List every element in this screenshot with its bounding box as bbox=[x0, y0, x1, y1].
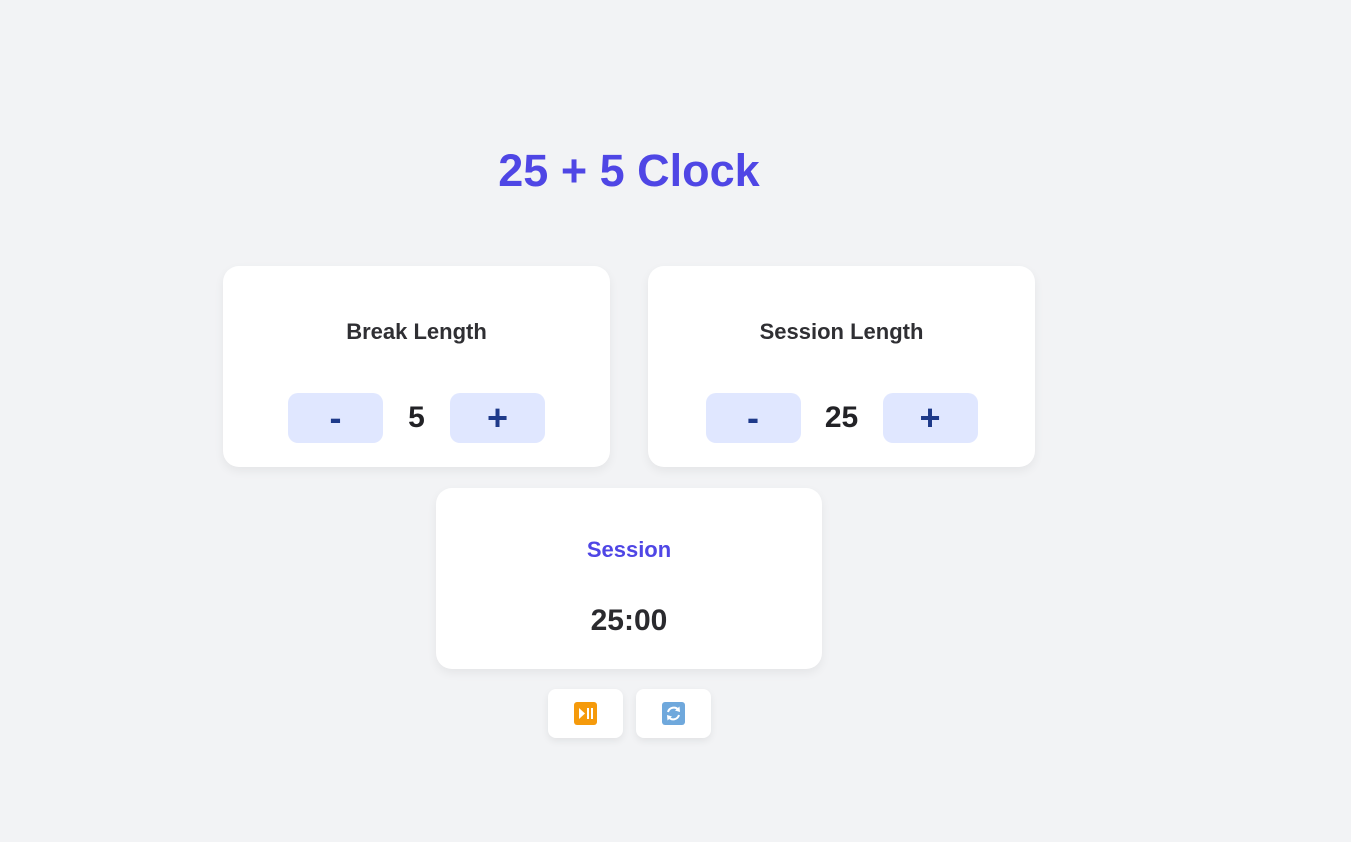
session-decrement-button[interactable]: - bbox=[705, 393, 801, 443]
break-label: Break Length bbox=[346, 319, 487, 344]
refresh-icon bbox=[662, 702, 685, 725]
start-stop-button[interactable] bbox=[548, 689, 623, 738]
timer-label: Session bbox=[586, 537, 672, 562]
timer-card: Session 25:00 bbox=[436, 488, 822, 669]
reset-button[interactable] bbox=[636, 689, 711, 738]
play-pause-icon bbox=[574, 702, 597, 725]
break-length-value: 5 bbox=[408, 401, 425, 434]
break-increment-button[interactable]: + bbox=[450, 393, 545, 443]
break-length-card: Break Length - 5 + bbox=[223, 266, 610, 467]
session-label: Session Length bbox=[759, 319, 924, 344]
page-title: 25 + 5 Clock bbox=[498, 145, 760, 196]
time-left: 25:00 bbox=[590, 604, 668, 637]
session-length-value: 25 bbox=[824, 401, 859, 434]
session-controls: - 25 + bbox=[648, 393, 1035, 443]
break-controls: - 5 + bbox=[223, 393, 610, 443]
session-length-card: Session Length - 25 + bbox=[648, 266, 1035, 467]
break-decrement-button[interactable]: - bbox=[288, 393, 383, 443]
session-increment-button[interactable]: + bbox=[882, 393, 978, 443]
